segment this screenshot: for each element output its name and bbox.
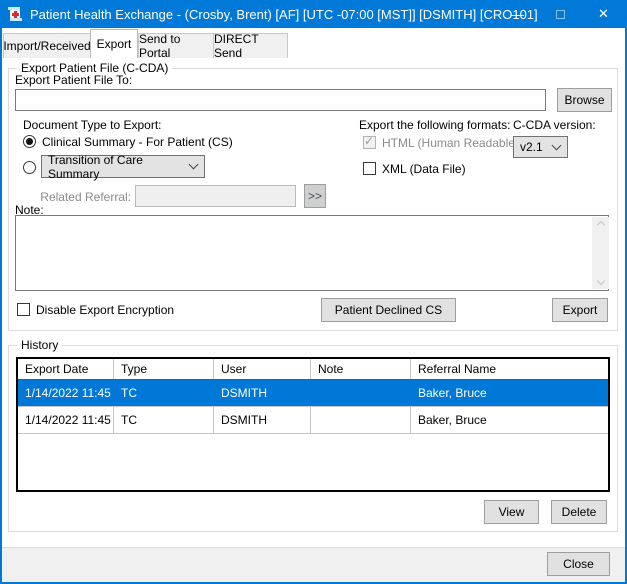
transition-summary-dropdown[interactable]: Transition of Care Summary bbox=[41, 155, 205, 178]
xml-format-checkbox[interactable] bbox=[363, 162, 376, 175]
scroll-down-icon[interactable] bbox=[596, 277, 604, 285]
minimize-button[interactable]: — bbox=[496, 0, 539, 28]
radio-clinical-summary[interactable] bbox=[23, 135, 36, 148]
table-row[interactable]: 1/14/2022 11:45 AM TC DSMITH Baker, Bruc… bbox=[18, 407, 608, 434]
html-format-checkbox: ✓ bbox=[363, 136, 376, 149]
col-export-date[interactable]: Export Date bbox=[18, 359, 114, 379]
col-referral-name[interactable]: Referral Name bbox=[411, 359, 608, 379]
radio-clinical-summary-label: Clinical Summary - For Patient (CS) bbox=[42, 135, 233, 149]
delete-button[interactable]: Delete bbox=[551, 500, 607, 524]
chevron-down-icon bbox=[189, 160, 199, 170]
app-medical-icon bbox=[7, 6, 23, 22]
check-icon: ✓ bbox=[364, 135, 374, 148]
patient-health-exchange-window: Patient Health Exchange - (Crosby, Brent… bbox=[0, 0, 627, 584]
radio-transition-of-care[interactable] bbox=[23, 161, 36, 174]
browse-button[interactable]: Browse bbox=[557, 88, 612, 112]
window-title: Patient Health Exchange - (Crosby, Brent… bbox=[30, 7, 538, 22]
footer-bar bbox=[2, 547, 625, 582]
scroll-up-icon[interactable] bbox=[596, 221, 604, 229]
tab-send-to-portal[interactable]: Send to Portal bbox=[138, 33, 214, 58]
related-referral-label: Related Referral: bbox=[39, 190, 131, 204]
maximize-icon bbox=[556, 10, 565, 19]
document-type-label: Document Type to Export: bbox=[23, 118, 162, 132]
export-file-to-label: Export Patient File To: bbox=[15, 73, 132, 87]
close-window-button[interactable]: ✕ bbox=[582, 0, 625, 28]
tab-import-received[interactable]: Import/Received bbox=[3, 33, 91, 58]
col-user[interactable]: User bbox=[214, 359, 311, 379]
xml-format-label: XML (Data File) bbox=[382, 162, 466, 176]
title-bar: Patient Health Exchange - (Crosby, Brent… bbox=[0, 0, 627, 28]
note-textarea[interactable] bbox=[15, 215, 609, 291]
referral-picker-button[interactable]: >> bbox=[304, 184, 326, 208]
minimize-icon: — bbox=[511, 7, 524, 22]
disable-encryption-checkbox[interactable] bbox=[17, 303, 30, 316]
table-row[interactable]: 1/14/2022 11:45 AM TC DSMITH Baker, Bruc… bbox=[18, 380, 608, 407]
formats-label: Export the following formats: bbox=[359, 118, 510, 132]
chevron-down-icon bbox=[552, 140, 562, 150]
related-referral-input bbox=[135, 185, 296, 207]
tab-export[interactable]: Export bbox=[90, 29, 138, 58]
ccda-version-label: C-CDA version: bbox=[513, 118, 596, 132]
col-note[interactable]: Note bbox=[311, 359, 411, 379]
ccda-version-dropdown[interactable]: v2.1 bbox=[513, 136, 568, 158]
patient-declined-cs-button[interactable]: Patient Declined CS bbox=[321, 298, 456, 322]
maximize-button[interactable] bbox=[539, 0, 582, 28]
export-button[interactable]: Export bbox=[552, 298, 608, 322]
close-button[interactable]: Close bbox=[547, 552, 610, 576]
tab-direct-send[interactable]: DIRECT Send bbox=[213, 33, 288, 58]
html-format-label: HTML (Human Readable) bbox=[382, 136, 519, 150]
close-icon: ✕ bbox=[598, 6, 609, 22]
history-table-header: Export Date Type User Note Referral Name bbox=[18, 359, 608, 380]
export-patient-file-group: Export Patient File (C-CDA) Export Patie… bbox=[8, 68, 618, 331]
export-file-path-input[interactable] bbox=[15, 89, 546, 111]
history-group: History Export Date Type User Note Refer… bbox=[8, 345, 618, 532]
col-type[interactable]: Type bbox=[114, 359, 214, 379]
note-scrollbar[interactable] bbox=[592, 217, 609, 289]
disable-encryption-label: Disable Export Encryption bbox=[36, 303, 174, 317]
view-button[interactable]: View bbox=[484, 500, 539, 524]
history-group-title: History bbox=[17, 338, 62, 352]
history-table: Export Date Type User Note Referral Name… bbox=[16, 357, 610, 492]
